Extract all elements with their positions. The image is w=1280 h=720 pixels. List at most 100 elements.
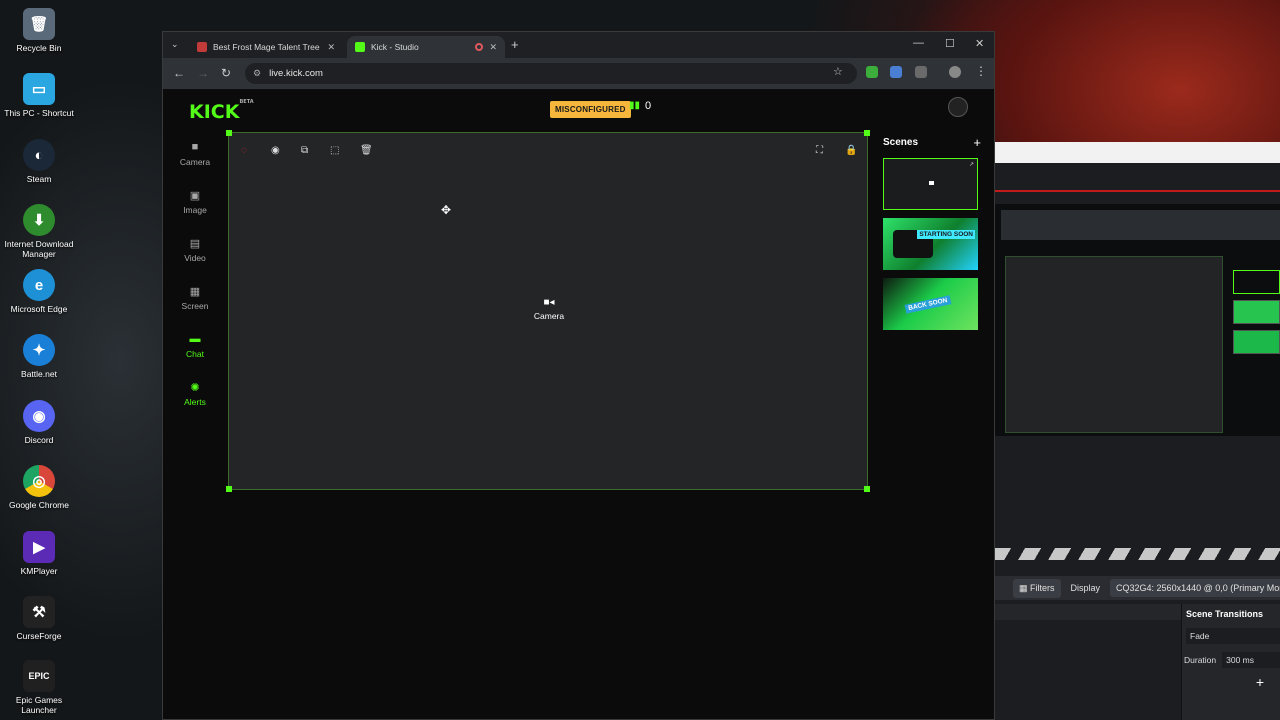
duration-input[interactable]: 300 ms — [1222, 652, 1280, 668]
resize-handle[interactable] — [864, 130, 870, 136]
chat-icon: ▬ — [189, 333, 201, 345]
camera-icon — [929, 181, 934, 185]
download-manager-icon: ⬇ — [23, 204, 55, 236]
chrome-icon: ◎ — [23, 465, 55, 497]
bookmark-star-icon[interactable]: ☆ — [833, 65, 843, 78]
duration-label: Duration — [1184, 655, 1217, 665]
close-tab-icon[interactable]: ✕ — [489, 42, 497, 53]
extension-icon[interactable] — [866, 66, 878, 78]
move-cursor-icon: ✥ — [441, 203, 452, 217]
display-select[interactable]: CQ32G4: 2560x1440 @ 0,0 (Primary Monitor… — [1110, 579, 1280, 597]
status-badge[interactable]: MISCONFIGURED — [550, 101, 631, 118]
camera-icon: ■◂ — [543, 297, 555, 308]
resize-handle[interactable] — [226, 486, 232, 492]
display-label: Display — [1070, 583, 1101, 593]
viewers-icon: ▮▮ — [629, 100, 641, 111]
steam-shortcut[interactable]: ◐ Steam — [0, 139, 78, 184]
tab-kick-studio[interactable]: Kick - Studio ✕ — [347, 36, 505, 58]
viewer-count: ▮▮ 0 — [629, 100, 652, 112]
camera-icon: ■ — [191, 141, 199, 153]
extensions-puzzle-icon[interactable] — [915, 66, 927, 78]
scenes-header: Scenes + — [883, 135, 981, 150]
sidebar-item-alerts[interactable]: ✺ Alerts — [163, 381, 227, 407]
translate-icon[interactable] — [890, 66, 902, 78]
user-avatar[interactable] — [948, 97, 968, 117]
expand-icon: ↗ — [968, 162, 974, 168]
sidebar-item-camera[interactable]: ■ Camera — [163, 141, 227, 167]
sidebar-item-screen[interactable]: ▦ Screen — [163, 285, 227, 311]
screen-icon: ▦ — [189, 286, 201, 298]
sidebar-item-video[interactable]: ▤ Video — [163, 237, 227, 263]
eye-icon[interactable]: ◉ — [271, 145, 280, 156]
crop-icon[interactable]: ⬚ — [330, 145, 339, 156]
obs-sources-panel — [995, 604, 1185, 620]
trash-icon[interactable]: 🗑 — [360, 145, 373, 156]
this-pc-shortcut[interactable]: ▭ This PC - Shortcut — [0, 73, 78, 118]
site-info-icon[interactable]: ⚙ — [253, 68, 261, 79]
add-transition-icon[interactable]: + — [1256, 674, 1264, 690]
minimize-icon[interactable]: — — [913, 37, 924, 49]
resize-handle[interactable] — [226, 130, 232, 136]
hide-source-icon[interactable]: ◌ — [241, 145, 247, 156]
scene-thumb-camera[interactable]: ↗ — [883, 158, 978, 210]
obs-preview[interactable] — [995, 204, 1280, 436]
sidebar-item-chat[interactable]: ▬ Chat — [163, 333, 227, 359]
obs-source-toolbar: ▦ Filters Display CQ32G4: 2560x1440 @ 0,… — [995, 576, 1280, 600]
recording-icon — [475, 43, 484, 51]
fit-icon[interactable]: ⧉ — [301, 145, 308, 156]
fullscreen-icon[interactable]: ⛶ — [816, 145, 823, 156]
obs-hazard-stripes — [995, 548, 1280, 560]
recycle-bin-shortcut[interactable]: 🗑 Recycle Bin — [0, 8, 78, 53]
stream-canvas[interactable]: ◌ ◉ ⧉ ⬚ 🗑 ⛶ 🔒 ✥ ■◂ Camera — [226, 130, 870, 492]
address-bar-row: ← → ↻ ⚙ live.kick.com ☆ ⋮ — [163, 58, 994, 89]
url-field[interactable]: ⚙ live.kick.com — [245, 63, 857, 84]
add-scene-icon[interactable]: + — [973, 135, 981, 150]
maximize-icon[interactable]: ☐ — [945, 37, 955, 50]
obs-title-strip — [995, 142, 1280, 163]
monitor-icon: ▭ — [23, 73, 55, 105]
close-tab-icon[interactable]: ✕ — [327, 42, 335, 53]
sidebar-item-image[interactable]: ▣ Image — [163, 189, 227, 215]
wowhead-icon — [197, 42, 207, 52]
browser-window: ⌄ Best Frost Mage Talent Tree Bu ✕ Kick … — [162, 31, 995, 720]
tab-search-icon[interactable]: ⌄ — [171, 39, 179, 50]
camera-source[interactable]: ■◂ Camera — [529, 297, 569, 321]
obs-scene-transitions: Scene Transitions Fade Duration 300 ms + — [1181, 604, 1280, 720]
kmplayer-icon: ▶ — [23, 531, 55, 563]
profile-avatar-icon[interactable] — [949, 66, 961, 78]
chrome-shortcut[interactable]: ◎ Google Chrome — [0, 465, 78, 510]
kmplayer-shortcut[interactable]: ▶ KMPlayer — [0, 531, 78, 576]
kick-header: KICKBETA MISCONFIGURED ▮▮ 0 — [163, 89, 994, 129]
transition-select[interactable]: Fade — [1186, 628, 1280, 644]
close-window-icon[interactable]: ✕ — [975, 37, 984, 50]
battlenet-shortcut[interactable]: ✦ Battle.net — [0, 334, 78, 379]
desktop-icons: 🗑 Recycle Bin ▭ This PC - Shortcut ◐ Ste… — [0, 0, 78, 720]
scene-transitions-title: Scene Transitions — [1186, 609, 1264, 619]
mini-scene-thumb — [1233, 270, 1280, 294]
forward-icon[interactable]: → — [197, 66, 209, 80]
filters-button[interactable]: ▦ Filters — [1013, 578, 1061, 598]
scenes-panel: Scenes + ↗ STARTING SOON BACK SOON — [877, 130, 987, 338]
discord-shortcut[interactable]: ◉ Discord — [0, 400, 78, 445]
edge-shortcut[interactable]: e Microsoft Edge — [0, 269, 78, 314]
lock-icon[interactable]: 🔒 — [845, 145, 857, 156]
reload-icon[interactable]: ↻ — [221, 66, 231, 80]
tab-frost-mage[interactable]: Best Frost Mage Talent Tree Bu ✕ — [189, 36, 343, 58]
new-tab-icon[interactable]: + — [511, 37, 519, 52]
filters-icon: ▦ — [1019, 582, 1031, 593]
obs-red-divider — [995, 190, 1280, 192]
epic-games-shortcut[interactable]: EPIC Epic Games Launcher — [0, 660, 78, 715]
scene-thumb-back-soon[interactable]: BACK SOON — [883, 278, 978, 330]
browser-menu-icon[interactable]: ⋮ — [975, 64, 987, 78]
idm-shortcut[interactable]: ⬇ Internet Download Manager — [0, 204, 78, 259]
resize-handle[interactable] — [864, 486, 870, 492]
scene-thumb-starting-soon[interactable]: STARTING SOON — [883, 218, 978, 270]
curseforge-shortcut[interactable]: ⚒ CurseForge — [0, 596, 78, 641]
video-icon: ▤ — [189, 238, 201, 250]
kick-logo[interactable]: KICKBETA — [189, 99, 254, 123]
mini-scene-thumb — [1233, 300, 1280, 324]
alerts-icon: ✺ — [190, 382, 200, 394]
epic-games-icon: EPIC — [23, 660, 55, 692]
battlenet-icon: ✦ — [23, 334, 55, 366]
back-icon[interactable]: ← — [173, 66, 185, 80]
